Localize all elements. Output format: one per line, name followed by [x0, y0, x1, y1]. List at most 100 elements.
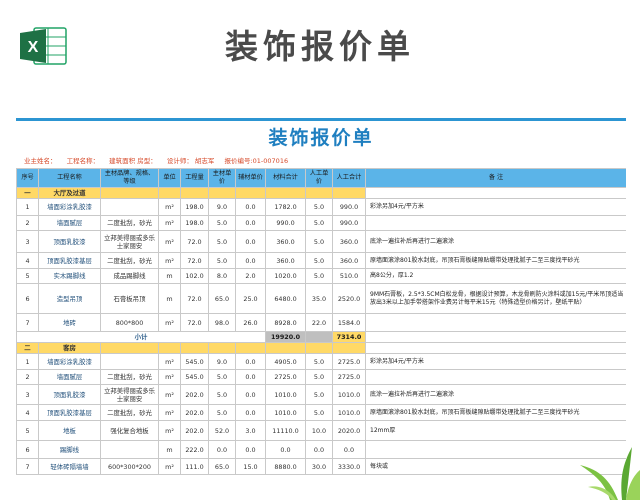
cell-no[interactable]: 5 — [16, 420, 39, 441]
cell-aux[interactable]: 0.0 — [235, 252, 266, 269]
cell-aux[interactable]: 0.0 — [235, 440, 266, 459]
cell-aux[interactable]: 0.0 — [235, 369, 266, 385]
cell-qty[interactable]: 198.0 — [180, 215, 209, 231]
cell-mat[interactable]: 1020.0 — [265, 268, 306, 284]
cell-unit[interactable]: m² — [158, 215, 181, 231]
cell-unit[interactable]: m² — [158, 369, 181, 385]
cell-remark[interactable] — [365, 215, 626, 231]
cell-aux[interactable]: 0.0 — [235, 230, 266, 253]
cell-aux[interactable]: 25.0 — [235, 283, 266, 314]
cell-spec[interactable] — [100, 353, 159, 370]
subtotal-labor[interactable]: 7314.0 — [332, 331, 366, 343]
cell-aux[interactable]: 3.0 — [235, 420, 266, 441]
cell-main[interactable]: 5.0 — [208, 369, 236, 385]
cell-qty[interactable]: 72.0 — [180, 230, 209, 253]
cell-name[interactable]: 顶面乳胶漆 — [38, 384, 101, 405]
cell-aux[interactable]: 0.0 — [235, 353, 266, 370]
cell-main[interactable]: 5.0 — [208, 404, 236, 421]
cell-qty[interactable]: 72.0 — [180, 252, 209, 269]
cell-aux[interactable]: 0.0 — [235, 198, 266, 216]
cell-spec[interactable]: 800*800 — [100, 313, 159, 332]
cell-unit[interactable]: m² — [158, 313, 181, 332]
cell-remark[interactable]: 高8公分，厚1.2 — [365, 268, 626, 284]
cell-aux[interactable]: 2.0 — [235, 268, 266, 284]
cell-qty[interactable]: 545.0 — [180, 353, 209, 370]
cell-qty[interactable]: 545.0 — [180, 369, 209, 385]
cell-remark[interactable]: 底涂一遍拉补后再进行二遍滚涂 — [365, 230, 626, 253]
cell-ltotal[interactable]: 510.0 — [332, 268, 366, 284]
cell-qty[interactable]: 111.0 — [180, 458, 209, 475]
cell-name[interactable]: 墙面腻层 — [38, 215, 101, 231]
cell-aux[interactable]: 15.0 — [235, 458, 266, 475]
cell-qty[interactable]: 198.0 — [180, 198, 209, 216]
cell-ltotal[interactable]: 2725.0 — [332, 353, 366, 370]
cell-mat[interactable]: 1782.0 — [265, 198, 306, 216]
cell-mat[interactable]: 990.0 — [265, 215, 306, 231]
cell-ltotal[interactable]: 2725.0 — [332, 369, 366, 385]
cell-unit[interactable]: m² — [158, 230, 181, 253]
cell-ltotal[interactable]: 360.0 — [332, 252, 366, 269]
cell-name[interactable]: 轻体砖隔墙墙 — [38, 458, 101, 475]
cell-name[interactable]: 地砖 — [38, 313, 101, 332]
cell-no[interactable]: 6 — [16, 440, 39, 459]
cell-remark[interactable]: 原墙面滚涂801胶水封底，吊顶石膏板缝隙贴绷带处理批腻子二至三度找平砂光 — [365, 404, 626, 421]
cell-qty[interactable]: 202.0 — [180, 384, 209, 405]
cell-labor[interactable]: 5.0 — [305, 404, 333, 421]
cell-no[interactable]: 5 — [16, 268, 39, 284]
cell-labor[interactable]: 5.0 — [305, 353, 333, 370]
subtotal-material[interactable]: 19920.0 — [265, 331, 306, 343]
cell-unit[interactable]: m² — [158, 353, 181, 370]
cell-labor[interactable]: 5.0 — [305, 198, 333, 216]
cell-ltotal[interactable]: 2020.0 — [332, 420, 366, 441]
cell-main[interactable]: 5.0 — [208, 230, 236, 253]
cell-aux[interactable]: 0.0 — [235, 384, 266, 405]
cell-mat[interactable]: 6480.0 — [265, 283, 306, 314]
cell-name[interactable]: 顶面乳胶漆基层 — [38, 252, 101, 269]
cell-main[interactable]: 5.0 — [208, 384, 236, 405]
cell-main[interactable]: 0.0 — [208, 440, 236, 459]
cell-name[interactable]: 顶面乳胶漆 — [38, 230, 101, 253]
cell-unit[interactable]: m² — [158, 384, 181, 405]
cell-remark[interactable]: 彩涂另加4元/平方米 — [365, 353, 626, 370]
cell-unit[interactable]: m² — [158, 252, 181, 269]
cell-aux[interactable]: 0.0 — [235, 215, 266, 231]
cell-mat[interactable]: 11110.0 — [265, 420, 306, 441]
cell-spec[interactable]: 二度批刮，砂光 — [100, 404, 159, 421]
cell-labor[interactable]: 5.0 — [305, 215, 333, 231]
cell-ltotal[interactable]: 1010.0 — [332, 384, 366, 405]
cell-mat[interactable]: 0.0 — [265, 440, 306, 459]
cell-aux[interactable]: 26.0 — [235, 313, 266, 332]
cell-spec[interactable]: 立邦美得丽或多乐士家丽安 — [100, 384, 159, 405]
cell-labor[interactable]: 22.0 — [305, 313, 333, 332]
cell-labor[interactable]: 35.0 — [305, 283, 333, 314]
cell-name[interactable]: 墙面腻层 — [38, 369, 101, 385]
cell-main[interactable]: 98.0 — [208, 313, 236, 332]
cell-ltotal[interactable]: 3330.0 — [332, 458, 366, 475]
cell-name[interactable]: 实木踢脚线 — [38, 268, 101, 284]
cell-labor[interactable]: 30.0 — [305, 458, 333, 475]
cell-no[interactable]: 7 — [16, 458, 39, 475]
cell-main[interactable]: 9.0 — [208, 353, 236, 370]
cell-main[interactable]: 52.0 — [208, 420, 236, 441]
cell-mat[interactable]: 4905.0 — [265, 353, 306, 370]
cell-no[interactable]: 7 — [16, 313, 39, 332]
cell-mat[interactable]: 2725.0 — [265, 369, 306, 385]
cell-labor[interactable]: 5.0 — [305, 230, 333, 253]
cell-spec[interactable]: 二度批刮，砂光 — [100, 215, 159, 231]
cell-main[interactable]: 9.0 — [208, 198, 236, 216]
cell-remark[interactable] — [365, 369, 626, 385]
cell-remark[interactable]: 原墙面滚涂801胶水封底，吊顶石膏板缝隙贴绷带处理批腻子二至三度找平砂光 — [365, 252, 626, 269]
cell-labor[interactable]: 5.0 — [305, 252, 333, 269]
cell-spec[interactable]: 二度批刮，砂光 — [100, 252, 159, 269]
cell-no[interactable]: 3 — [16, 230, 39, 253]
cell-spec[interactable] — [100, 198, 159, 216]
cell-name[interactable]: 墙面彩涂乳胶漆 — [38, 353, 101, 370]
cell-no[interactable]: 3 — [16, 384, 39, 405]
cell-main[interactable]: 65.0 — [208, 458, 236, 475]
cell-remark[interactable]: 彩涂另加4元/平方米 — [365, 198, 626, 216]
cell-mat[interactable]: 360.0 — [265, 252, 306, 269]
cell-no[interactable]: 4 — [16, 404, 39, 421]
cell-spec[interactable]: 石膏板吊顶 — [100, 283, 159, 314]
cell-qty[interactable]: 202.0 — [180, 404, 209, 421]
cell-name[interactable]: 踢脚线 — [38, 440, 101, 459]
